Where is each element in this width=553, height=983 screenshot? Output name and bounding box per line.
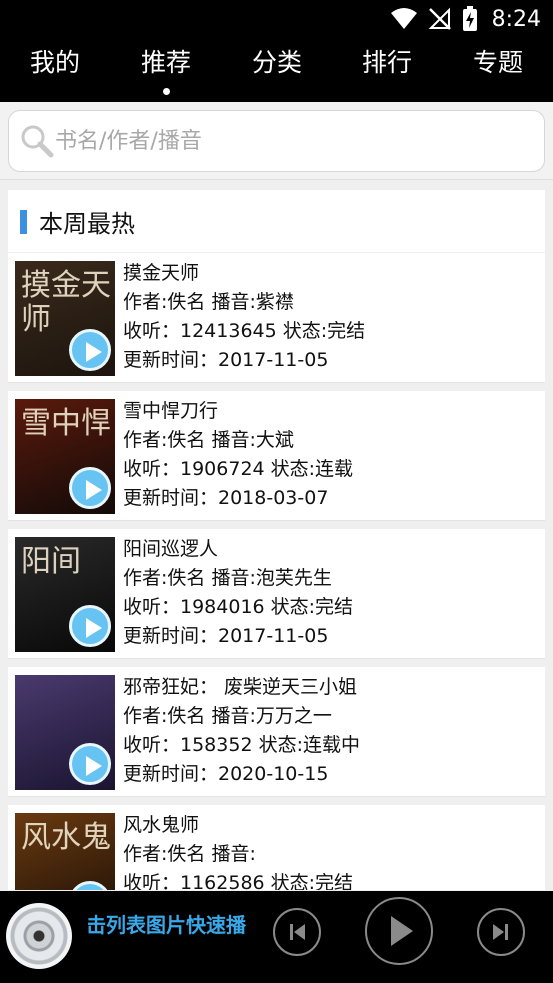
play-button[interactable] — [365, 897, 433, 965]
play-icon[interactable] — [69, 467, 111, 509]
status-bar: 8:24 — [0, 0, 553, 38]
book-author: 作者:佚名 播音:大斌 — [123, 429, 294, 451]
next-button[interactable] — [477, 908, 525, 956]
tab-label: 专题 — [472, 48, 523, 77]
cover-text: 风水鬼 — [21, 820, 111, 855]
book-info: 摸金天师 作者:佚名 播音:紫襟 收听：12413645 状态:完结 更新时间：… — [123, 259, 538, 375]
tab-label: 分类 — [251, 48, 302, 77]
book-title: 阳间巡逻人 — [123, 538, 219, 560]
tab-topics[interactable]: 专题 — [443, 38, 553, 102]
previous-icon — [290, 924, 305, 940]
tab-ranking[interactable]: 排行 — [332, 38, 442, 102]
cover-text: 摸金天师 — [21, 268, 111, 337]
tab-mine[interactable]: 我的 — [0, 38, 110, 102]
now-playing-marquee: 点击列表图片快速播放 — [88, 909, 246, 939]
book-item[interactable]: 阳间 阳间巡逻人 作者:佚名 播音:泡芙先生 收听：1984016 状态:完结 … — [8, 529, 545, 659]
play-icon[interactable] — [69, 743, 111, 785]
marquee-text: 点击列表图片快速播放 — [88, 913, 246, 937]
section-title: 本周最热 — [39, 210, 135, 238]
book-author: 作者:佚名 播音:紫襟 — [123, 291, 294, 313]
book-listens: 收听：12413645 状态:完结 — [123, 320, 366, 342]
tab-label: 推荐 — [140, 48, 191, 77]
play-icon[interactable] — [69, 329, 111, 371]
search-box[interactable] — [8, 110, 545, 172]
book-updated: 更新时间：2017-11-05 — [123, 625, 329, 647]
book-cover[interactable]: 雪中悍 — [15, 399, 115, 514]
book-title: 邪帝狂妃： 废柴逆天三小姐 — [123, 676, 358, 698]
section-header: 本周最热 — [8, 190, 545, 252]
book-title: 风水鬼师 — [123, 814, 200, 836]
book-listens: 收听：158352 状态:连载中 — [123, 734, 360, 756]
active-tab-indicator — [163, 88, 170, 95]
play-icon[interactable] — [69, 881, 111, 890]
book-cover[interactable]: 阳间 — [15, 537, 115, 652]
book-updated: 更新时间：2018-03-07 — [123, 487, 329, 509]
book-title: 雪中悍刀行 — [123, 400, 219, 422]
battery-charging-icon — [462, 6, 477, 31]
status-time: 8:24 — [491, 6, 541, 32]
book-info: 邪帝狂妃： 废柴逆天三小姐 作者:佚名 播音:万万之一 收听：158352 状态… — [123, 673, 538, 789]
book-author: 作者:佚名 播音:泡芙先生 — [123, 567, 332, 589]
tab-category[interactable]: 分类 — [222, 38, 332, 102]
book-author: 作者:佚名 播音: — [123, 843, 256, 865]
search-icon — [21, 125, 54, 158]
book-info: 风水鬼师 作者:佚名 播音: 收听：1162586 状态:完结 — [123, 811, 538, 890]
play-icon[interactable] — [69, 605, 111, 647]
book-updated: 更新时间：2017-11-05 — [123, 349, 329, 371]
book-item[interactable]: 雪中悍 雪中悍刀行 作者:佚名 播音:大斌 收听：1906724 状态:连载 更… — [8, 391, 545, 521]
tab-label: 排行 — [361, 48, 412, 77]
tab-label: 我的 — [29, 48, 80, 77]
search-input[interactable] — [55, 121, 525, 161]
top-nav: 我的 推荐 分类 排行 专题 — [0, 38, 553, 102]
disc-icon[interactable] — [6, 903, 72, 969]
book-listens: 收听：1984016 状态:完结 — [123, 596, 354, 618]
book-item[interactable]: 摸金天师 摸金天师 作者:佚名 播音:紫襟 收听：12413645 状态:完结 … — [8, 253, 545, 383]
previous-button[interactable] — [273, 908, 321, 956]
book-info: 雪中悍刀行 作者:佚名 播音:大斌 收听：1906724 状态:连载 更新时间：… — [123, 397, 538, 513]
search-area — [0, 102, 553, 180]
cover-text: 雪中悍 — [21, 406, 111, 441]
book-item[interactable]: 风水鬼 风水鬼师 作者:佚名 播音: 收听：1162586 状态:完结 — [8, 805, 545, 890]
book-item[interactable]: 邪帝狂妃： 废柴逆天三小姐 作者:佚名 播音:万万之一 收听：158352 状态… — [8, 667, 545, 797]
player-bar: 点击列表图片快速播放 — [0, 891, 553, 983]
play-icon — [391, 916, 413, 946]
book-title: 摸金天师 — [123, 262, 200, 284]
no-signal-icon — [428, 7, 451, 30]
section-accent-bar — [20, 210, 27, 234]
next-icon — [493, 924, 508, 940]
wifi-icon — [390, 8, 417, 29]
content-list[interactable]: 本周最热 摸金天师 摸金天师 作者:佚名 播音:紫襟 收听：12413645 状… — [0, 190, 553, 890]
book-listens: 收听：1906724 状态:连载 — [123, 458, 354, 480]
book-info: 阳间巡逻人 作者:佚名 播音:泡芙先生 收听：1984016 状态:完结 更新时… — [123, 535, 538, 651]
tab-recommend[interactable]: 推荐 — [111, 38, 221, 102]
book-cover[interactable] — [15, 675, 115, 790]
book-cover[interactable]: 摸金天师 — [15, 261, 115, 376]
book-author: 作者:佚名 播音:万万之一 — [123, 705, 332, 727]
book-listens: 收听：1162586 状态:完结 — [123, 872, 354, 890]
book-updated: 更新时间：2020-10-15 — [123, 763, 329, 785]
status-icons: 8:24 — [390, 5, 541, 33]
book-cover[interactable]: 风水鬼 — [15, 813, 115, 890]
cover-text: 阳间 — [21, 544, 81, 579]
